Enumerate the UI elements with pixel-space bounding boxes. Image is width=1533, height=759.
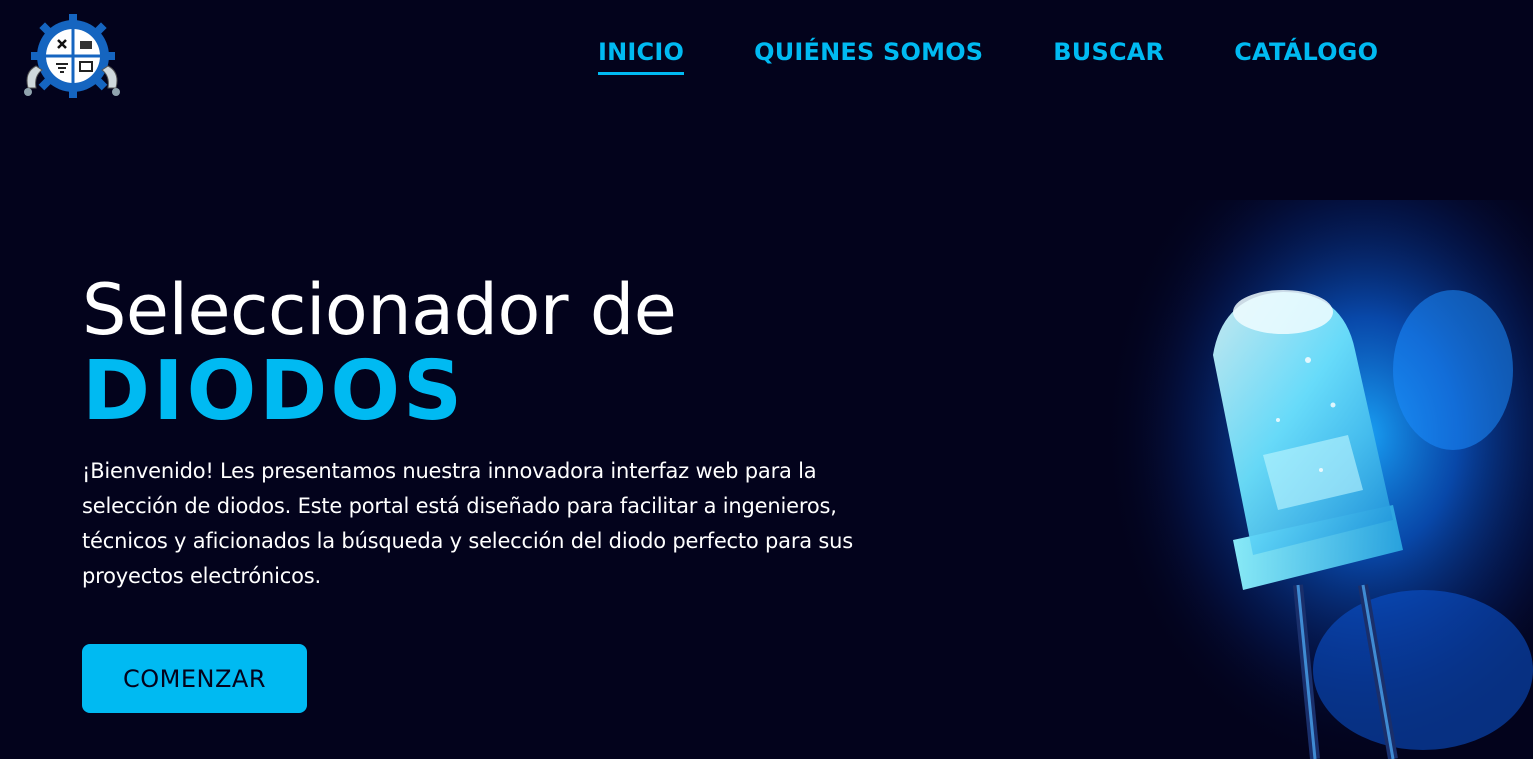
nav-item-quienes-somos[interactable]: QUIÉNES SOMOS bbox=[754, 34, 983, 75]
main-nav: INICIO QUIÉNES SOMOS BUSCAR CATÁLOGO bbox=[598, 34, 1378, 75]
nav-item-catalogo[interactable]: CATÁLOGO bbox=[1234, 34, 1378, 75]
blue-led-diode-icon bbox=[1093, 200, 1533, 759]
tools-gear-logo-icon bbox=[24, 14, 120, 98]
comenzar-button[interactable]: COMENZAR bbox=[82, 644, 307, 713]
nav-item-buscar[interactable]: BUSCAR bbox=[1053, 34, 1164, 75]
site-logo[interactable] bbox=[20, 14, 120, 98]
nav-item-inicio[interactable]: INICIO bbox=[598, 34, 685, 75]
hero-title: Seleccionador de bbox=[82, 269, 677, 351]
hero-accent-title: DIODOS bbox=[82, 344, 466, 439]
hero-description: ¡Bienvenido! Les presentamos nuestra inn… bbox=[82, 459, 854, 588]
landing-page: INICIO QUIÉNES SOMOS BUSCAR CATÁLOGO Sel… bbox=[0, 0, 1533, 759]
